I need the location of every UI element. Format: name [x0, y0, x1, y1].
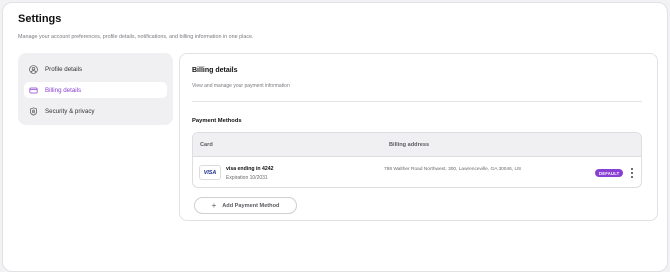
panel-title: Billing details: [192, 67, 238, 74]
sidebar-item-profile-details[interactable]: Profile details: [24, 61, 167, 77]
add-payment-method-button[interactable]: + Add Payment Method: [194, 197, 297, 214]
settings-sidebar: Profile details Billing details Security…: [18, 53, 173, 125]
sidebar-item-label: Profile details: [45, 65, 83, 73]
card-name: visa ending in 4242: [226, 166, 274, 172]
settings-page: Settings Manage your account preferences…: [2, 2, 668, 272]
table-header: Card Billing address: [193, 133, 641, 157]
billing-address: 798 Walther Road Northwest, 300, Lawrenc…: [384, 167, 522, 172]
page-subtitle: Manage your account preferences, profile…: [18, 34, 254, 40]
sidebar-item-billing-details[interactable]: Billing details: [24, 82, 167, 98]
billing-details-panel: Billing details View and manage your pay…: [179, 53, 658, 221]
credit-card-icon: [27, 84, 39, 96]
column-header-card: Card: [200, 142, 213, 148]
more-options-icon[interactable]: [629, 167, 635, 179]
plus-icon: +: [211, 201, 217, 210]
table-row: VISA visa ending in 4242 Expiration 10/2…: [193, 157, 641, 187]
page-title: Settings: [18, 13, 62, 25]
user-circle-icon: [27, 63, 39, 75]
visa-logo-icon: VISA: [199, 165, 221, 180]
payment-methods-table: Card Billing address VISA visa ending in…: [192, 132, 642, 188]
panel-subtitle: View and manage your payment information: [192, 83, 290, 89]
sidebar-item-label: Security & privacy: [45, 107, 95, 115]
divider: [192, 101, 642, 102]
sidebar-item-security-privacy[interactable]: Security & privacy: [24, 103, 167, 119]
sidebar-item-label: Billing details: [45, 86, 82, 94]
default-badge: DEFAULT: [595, 169, 624, 177]
shield-icon: [27, 105, 39, 117]
add-payment-method-label: Add Payment Method: [222, 202, 280, 209]
payment-methods-heading: Payment Methods: [192, 118, 242, 124]
card-expiration: Expiration 10/2031: [226, 175, 268, 181]
column-header-billing-address: Billing address: [389, 142, 430, 148]
